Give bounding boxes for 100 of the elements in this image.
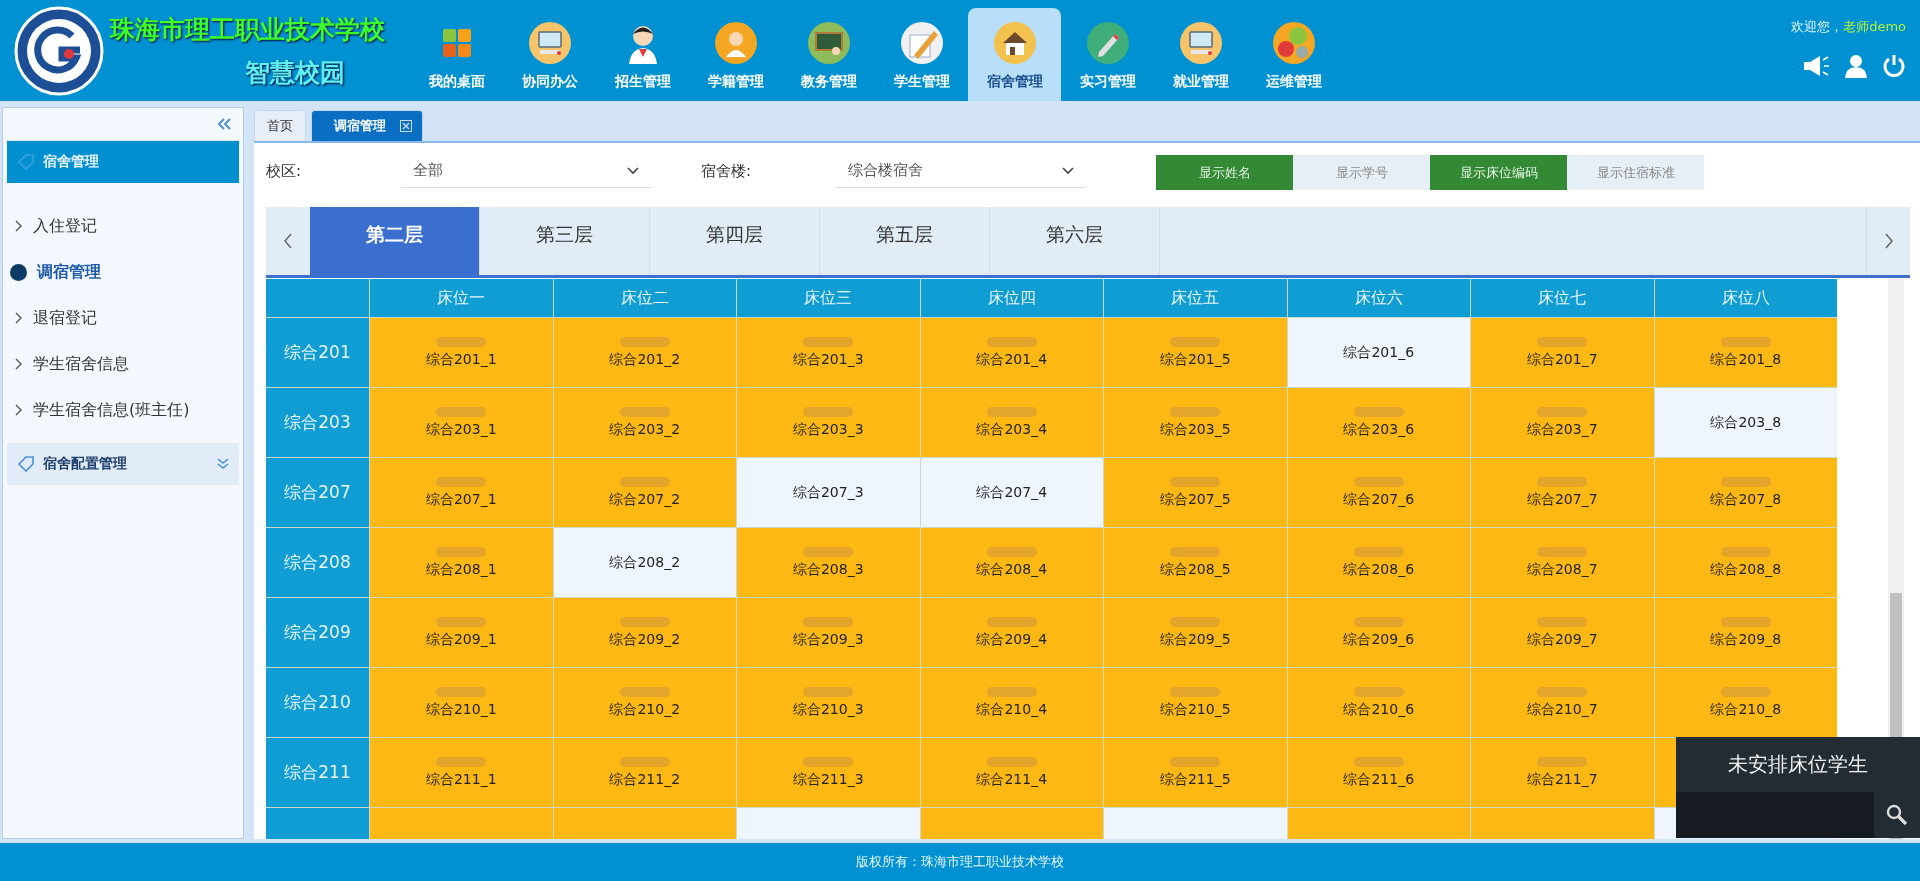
bed-cell[interactable]: 综合209_6 (1287, 598, 1470, 667)
bed-cell[interactable]: 综合210_5 (1104, 668, 1287, 737)
bed-cell[interactable]: 综合201_3 (737, 318, 920, 387)
power-icon[interactable] (1882, 54, 1906, 78)
bed-cell[interactable]: 综合211_3 (737, 738, 920, 807)
blurred-name (1353, 686, 1404, 697)
bed-cell[interactable]: 综合211_1 (370, 738, 553, 807)
bed-cell[interactable]: 综合211_5 (1104, 738, 1287, 807)
sidebar-item[interactable]: 入住登记 (7, 203, 239, 249)
bed-cell[interactable]: 综合201_2 (553, 318, 736, 387)
bed-cell[interactable]: 综合210_8 (1654, 668, 1837, 737)
nav-tab[interactable]: 我的桌面 (410, 8, 503, 101)
blurred-name (986, 686, 1037, 697)
bed-cell[interactable]: 综合211_4 (920, 738, 1103, 807)
nav-tab[interactable]: 学生管理 (875, 8, 968, 101)
bed-cell[interactable]: 综合209_2 (553, 598, 736, 667)
blurred-name (1537, 336, 1588, 347)
bed-cell[interactable]: 综合208_1 (370, 528, 553, 597)
bed-cell[interactable]: 综合207_1 (370, 458, 553, 527)
bed-cell[interactable]: 综合208_2 (553, 528, 736, 597)
bed-cell[interactable]: 综合210_2 (553, 668, 736, 737)
blurred-name (1720, 616, 1771, 627)
bed-cell[interactable]: 综合208_5 (1104, 528, 1287, 597)
dropdown-field[interactable]: 综合楼宿舍 (836, 154, 1086, 188)
bed-cell[interactable]: 综合201_5 (1104, 318, 1287, 387)
nav-tab[interactable]: 招生管理 (596, 8, 689, 101)
nav-tab[interactable]: 协同办公 (503, 8, 596, 101)
sidebar-item[interactable]: 退宿登记 (7, 295, 239, 341)
bed-cell[interactable]: 综合201_1 (370, 318, 553, 387)
bed-cell[interactable]: 综合209_8 (1654, 598, 1837, 667)
bed-cell[interactable]: 综合210_6 (1287, 668, 1470, 737)
bed-cell[interactable]: 综合203_8 (1654, 388, 1837, 457)
bed-cell[interactable]: 综合201_7 (1471, 318, 1654, 387)
blurred-name (436, 336, 487, 347)
blurred-name (1537, 406, 1588, 417)
bed-cell[interactable]: 综合207_2 (553, 458, 736, 527)
filter-label: 宿舍楼: (701, 161, 753, 181)
page-tab[interactable]: 首页 (254, 110, 306, 141)
page-tab[interactable]: 调宿管理 (311, 110, 423, 141)
megaphone-icon[interactable] (1802, 54, 1830, 78)
collapse-icon[interactable] (217, 118, 231, 130)
bed-cell[interactable]: 综合210_7 (1471, 668, 1654, 737)
welcome-text: 欢迎您， (1791, 19, 1844, 34)
nav-tab[interactable]: 运维管理 (1247, 8, 1340, 101)
bed-cell[interactable]: 综合207_3 (737, 458, 920, 527)
bed-cell[interactable]: 综合208_6 (1287, 528, 1470, 597)
bed-cell[interactable]: 综合209_3 (737, 598, 920, 667)
bed-cell[interactable]: 综合210_1 (370, 668, 553, 737)
bed-cell[interactable]: 综合201_8 (1654, 318, 1837, 387)
bed-cell[interactable]: 综合203_6 (1287, 388, 1470, 457)
bed-cell[interactable]: 综合208_4 (920, 528, 1103, 597)
bed-cell[interactable]: 综合208_7 (1471, 528, 1654, 597)
school-name: 珠海市理工职业技术学校 (110, 13, 385, 46)
floor-tab[interactable]: 第二层 (310, 207, 480, 275)
dropdown-field[interactable]: 全部 (401, 154, 651, 188)
blurred-name (1720, 476, 1771, 487)
sidebar-item[interactable]: 学生宿舍信息 (7, 341, 239, 387)
bed-cell[interactable]: 综合211_2 (553, 738, 736, 807)
bed-cell[interactable]: 综合209_1 (370, 598, 553, 667)
close-icon[interactable] (400, 120, 412, 132)
nav-tab[interactable]: 实习管理 (1061, 8, 1154, 101)
bed-cell[interactable]: 综合209_5 (1104, 598, 1287, 667)
bed-cell[interactable]: 综合208_3 (737, 528, 920, 597)
bed-cell[interactable]: 综合210_4 (920, 668, 1103, 737)
column-header: 床位五 (1104, 279, 1287, 317)
bed-cell[interactable]: 综合203_7 (1471, 388, 1654, 457)
bed-cell[interactable]: 综合207_6 (1287, 458, 1470, 527)
bed-cell[interactable]: 综合211_7 (1471, 738, 1654, 807)
bed-cell[interactable]: 综合210_3 (737, 668, 920, 737)
sidebar-group[interactable]: 宿舍配置管理 (7, 443, 239, 485)
sidebar-item[interactable]: 调宿管理 (7, 249, 239, 295)
toggle-button[interactable]: 显示床位编码 (1430, 155, 1567, 190)
blurred-name (436, 546, 487, 557)
bed-cell[interactable]: 综合209_7 (1471, 598, 1654, 667)
bed-cell[interactable]: 综合203_3 (737, 388, 920, 457)
nav-tab[interactable]: 学籍管理 (689, 8, 782, 101)
bed-cell[interactable]: 综合211_6 (1287, 738, 1470, 807)
nav-tab[interactable]: 教务管理 (782, 8, 875, 101)
bed-cell[interactable]: 综合203_1 (370, 388, 553, 457)
bed-cell[interactable]: 综合201_4 (920, 318, 1103, 387)
blurred-name (1170, 616, 1221, 627)
bed-cell[interactable]: 综合209_4 (920, 598, 1103, 667)
bed-cell[interactable]: 综合203_4 (920, 388, 1103, 457)
bed-cell[interactable]: 综合207_7 (1471, 458, 1654, 527)
nav-tab[interactable]: 宿舍管理 (968, 8, 1061, 101)
room-header: 综合209 (266, 598, 369, 667)
bed-cell[interactable]: 综合201_6 (1287, 318, 1470, 387)
bed-cell[interactable]: 综合203_2 (553, 388, 736, 457)
user-icon[interactable] (1844, 54, 1868, 78)
blurred-name (1170, 546, 1221, 557)
bed-cell[interactable]: 综合203_5 (1104, 388, 1287, 457)
bed-cell[interactable]: 综合208_8 (1654, 528, 1837, 597)
nav-tab[interactable]: 就业管理 (1154, 8, 1247, 101)
search-field[interactable] (1676, 792, 1874, 838)
bed-cell[interactable]: 综合207_5 (1104, 458, 1287, 527)
sidebar-item[interactable]: 学生宿舍信息(班主任) (7, 387, 239, 433)
bed-cell[interactable]: 综合207_4 (920, 458, 1103, 527)
toggle-button[interactable]: 显示姓名 (1156, 155, 1293, 190)
bed-cell[interactable]: 综合207_8 (1654, 458, 1837, 527)
blurred-name (1353, 616, 1404, 627)
